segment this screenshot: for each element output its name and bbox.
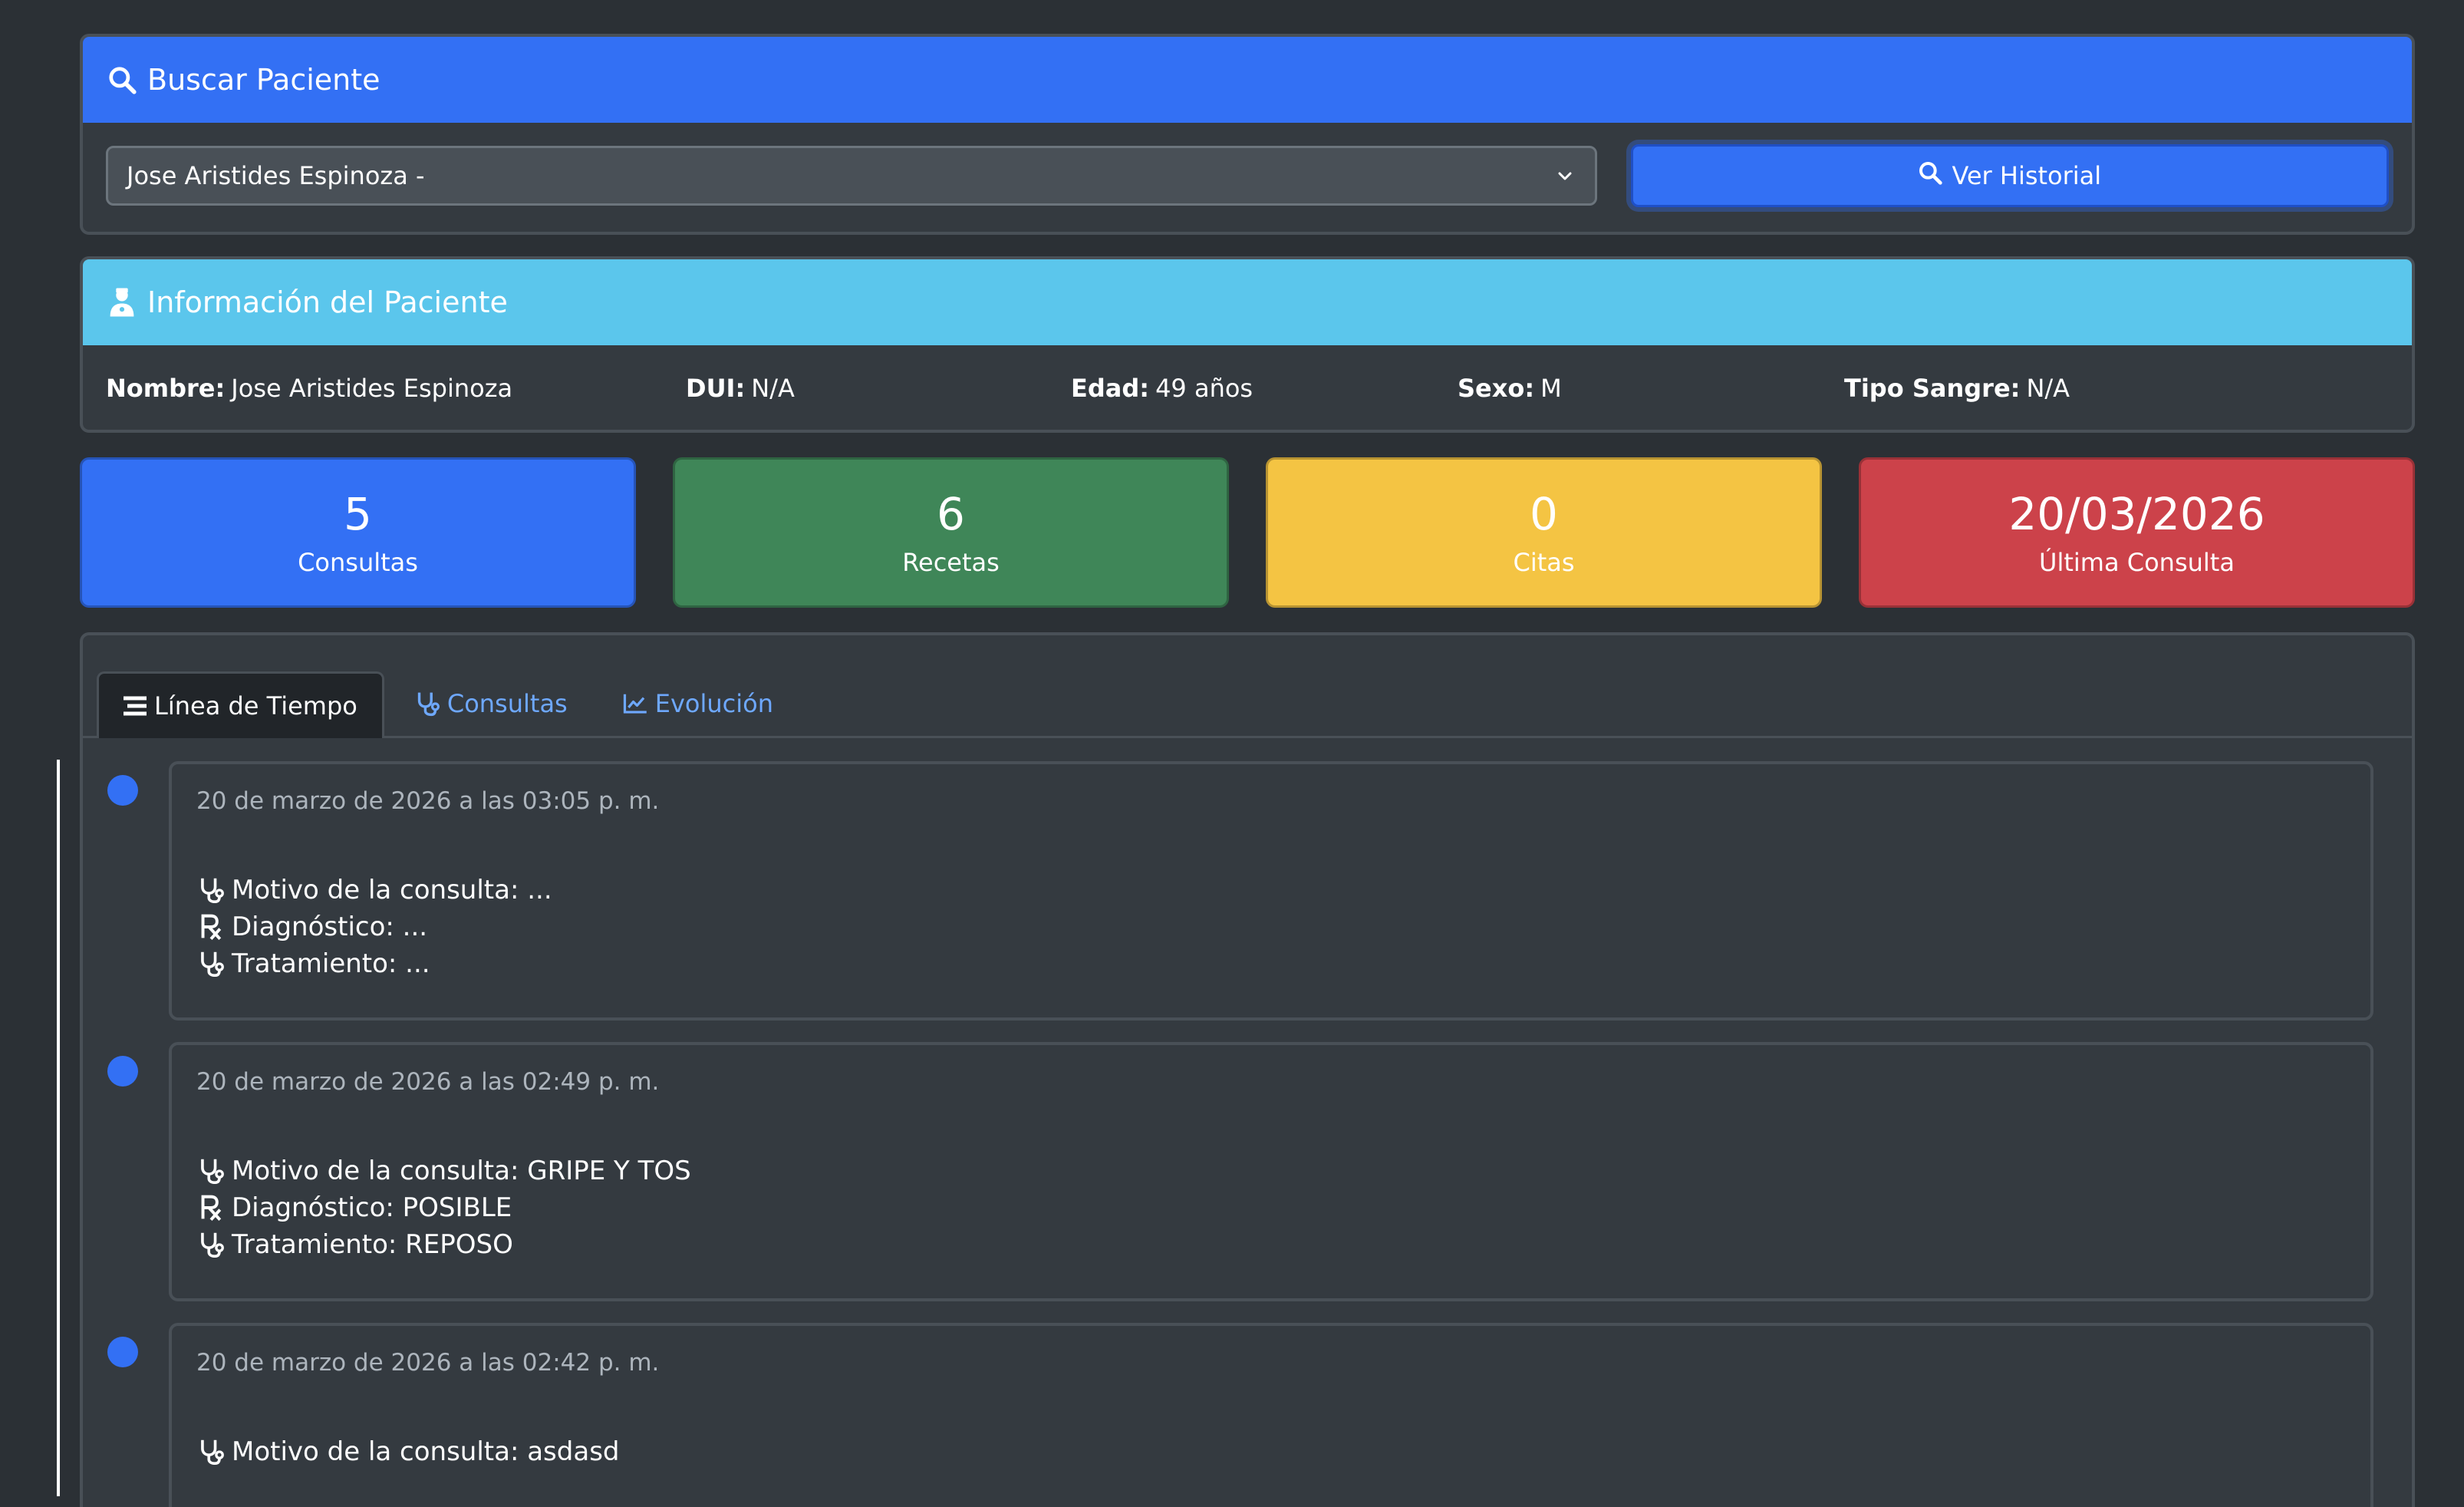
search-icon	[1918, 160, 1943, 191]
stat-recetas-label: Recetas	[902, 547, 1000, 577]
info-blood-type: Tipo Sangre: N/A	[1844, 374, 2070, 403]
view-history-label: Ver Historial	[1952, 161, 2102, 190]
patient-info-title: Información del Paciente	[147, 285, 508, 319]
stethoscope-icon	[196, 1156, 226, 1185]
info-dui: DUI: N/A	[686, 374, 1071, 403]
tab-timeline[interactable]: Línea de Tiempo	[97, 671, 384, 738]
stat-consultas: 5 Consultas	[80, 457, 636, 608]
timeline-diagnostico: Diagnóstico: ...	[196, 908, 2346, 945]
chart-line-icon	[623, 693, 647, 714]
stat-ultima-consulta-value: 20/03/2026	[2008, 488, 2265, 541]
patient-info-card: Información del Paciente Nombre: Jose Ar…	[80, 256, 2415, 433]
prescription-icon	[196, 1193, 226, 1222]
timeline-tratamiento: Tratamiento: REPOSO	[196, 1226, 2346, 1263]
search-card: Buscar Paciente Jose Aristides Espinoza …	[80, 34, 2415, 235]
timeline-dot	[107, 1337, 138, 1367]
timeline-date: 20 de marzo de 2026 a las 03:05 p. m.	[196, 787, 660, 815]
tab-consultas[interactable]: Consultas	[390, 671, 592, 736]
timeline-motivo: Motivo de la consulta: GRIPE Y TOS	[196, 1153, 2346, 1189]
timeline-diagnostico-text: Diagnóstico: ...	[232, 912, 428, 942]
info-age-value: 49 años	[1155, 374, 1253, 403]
timeline-icon	[124, 695, 147, 717]
main-content: Buscar Paciente Jose Aristides Espinoza …	[80, 34, 2415, 1507]
info-dui-label: DUI:	[686, 374, 746, 403]
stethoscope-icon	[196, 876, 226, 905]
stat-consultas-label: Consultas	[298, 547, 418, 577]
view-history-button[interactable]: Ver Historial	[1630, 144, 2389, 207]
timeline-item: 20 de marzo de 2026 a las 02:42 p. m. Mo…	[107, 1323, 2373, 1507]
timeline-tratamiento-text: Tratamiento: ...	[232, 948, 430, 979]
info-age-label: Edad:	[1071, 374, 1150, 403]
stat-ultima-consulta-label: Última Consulta	[2039, 547, 2235, 577]
timeline-motivo: Motivo de la consulta: ...	[196, 872, 2346, 908]
stat-citas-label: Citas	[1513, 547, 1575, 577]
stats-row: 5 Consultas 6 Recetas 0 Citas 20/03/2026…	[80, 457, 2415, 608]
timeline-dot	[107, 1056, 138, 1087]
info-sex: Sexo: M	[1458, 374, 1844, 403]
patient-select[interactable]: Jose Aristides Espinoza -	[106, 146, 1597, 206]
stethoscope-icon	[196, 1230, 226, 1259]
timeline-card: 20 de marzo de 2026 a las 03:05 p. m. Mo…	[169, 761, 2373, 1021]
tab-consultas-label: Consultas	[446, 689, 568, 718]
info-blood-type-value: N/A	[2026, 374, 2070, 403]
stat-ultima-consulta: 20/03/2026 Última Consulta	[1859, 457, 2415, 608]
timeline-motivo-text: Motivo de la consulta: asdasd	[232, 1436, 620, 1467]
history-card: Línea de Tiempo Consultas Evolución 20 d…	[80, 632, 2415, 1507]
timeline-date: 20 de marzo de 2026 a las 02:42 p. m.	[196, 1349, 660, 1377]
timeline-motivo-text: Motivo de la consulta: GRIPE Y TOS	[232, 1156, 691, 1186]
stethoscope-icon	[415, 691, 440, 717]
stat-citas-value: 0	[1530, 488, 1558, 541]
patient-info-header: Información del Paciente	[83, 259, 2412, 345]
timeline: 20 de marzo de 2026 a las 03:05 p. m. Mo…	[83, 738, 2412, 1507]
timeline-motivo: Motivo de la consulta: asdasd	[196, 1433, 2346, 1470]
info-name-label: Nombre:	[106, 374, 226, 403]
timeline-tratamiento: Tratamiento: ...	[196, 945, 2346, 982]
info-dui-value: N/A	[751, 374, 795, 403]
timeline-card: 20 de marzo de 2026 a las 02:42 p. m. Mo…	[169, 1323, 2373, 1507]
info-age: Edad: 49 años	[1071, 374, 1458, 403]
stethoscope-icon	[196, 1437, 226, 1466]
search-card-title: Buscar Paciente	[147, 63, 380, 97]
info-sex-label: Sexo:	[1458, 374, 1535, 403]
timeline-tratamiento-text: Tratamiento: REPOSO	[232, 1229, 513, 1260]
tab-timeline-label: Línea de Tiempo	[154, 691, 357, 721]
prescription-icon	[196, 912, 226, 941]
timeline-card: 20 de marzo de 2026 a las 02:49 p. m. Mo…	[169, 1042, 2373, 1301]
history-tabs: Línea de Tiempo Consultas Evolución	[83, 635, 2412, 738]
timeline-vertical-line	[57, 760, 60, 1496]
stethoscope-icon	[196, 949, 226, 978]
info-sex-value: M	[1540, 374, 1562, 403]
patient-select-value: Jose Aristides Espinoza -	[127, 161, 425, 190]
timeline-date: 20 de marzo de 2026 a las 02:49 p. m.	[196, 1068, 660, 1096]
timeline-diagnostico-text: Diagnóstico: POSIBLE	[232, 1192, 512, 1223]
stat-recetas: 6 Recetas	[673, 457, 1229, 608]
user-doctor-icon	[106, 286, 138, 318]
info-blood-type-label: Tipo Sangre:	[1844, 374, 2021, 403]
info-name-value: Jose Aristides Espinoza	[231, 374, 513, 403]
tab-evolucion-label: Evolución	[654, 689, 773, 718]
stat-recetas-value: 6	[937, 488, 965, 541]
tab-evolucion[interactable]: Evolución	[598, 671, 798, 736]
timeline-dot	[107, 775, 138, 806]
stat-citas: 0 Citas	[1266, 457, 1822, 608]
search-icon	[106, 64, 138, 96]
timeline-diagnostico: Diagnóstico: POSIBLE	[196, 1189, 2346, 1226]
timeline-motivo-text: Motivo de la consulta: ...	[232, 875, 552, 905]
info-name: Nombre: Jose Aristides Espinoza	[106, 374, 686, 403]
search-card-header: Buscar Paciente	[83, 37, 2412, 123]
timeline-item: 20 de marzo de 2026 a las 03:05 p. m. Mo…	[107, 761, 2373, 1021]
timeline-item: 20 de marzo de 2026 a las 02:49 p. m. Mo…	[107, 1042, 2373, 1301]
stat-consultas-value: 5	[344, 488, 372, 541]
chevron-down-icon	[1553, 164, 1576, 187]
